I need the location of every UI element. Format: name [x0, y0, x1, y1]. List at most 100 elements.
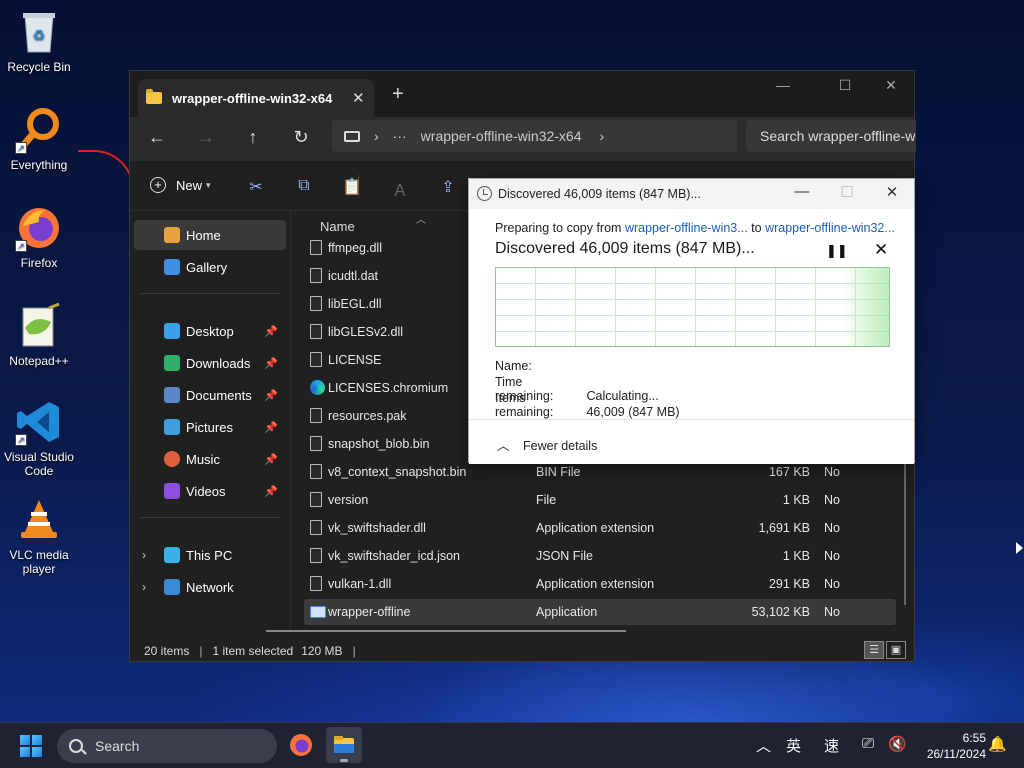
- progress-heading: Discovered 46,009 items (847 MB)...: [495, 240, 755, 257]
- clock-date: 26/11/2024: [926, 747, 986, 761]
- sidebar-item-label: Home: [186, 227, 221, 243]
- breadcrumb-folder[interactable]: wrapper-offline-win32-x64: [421, 128, 582, 144]
- vertical-scrollbar[interactable]: [904, 461, 906, 605]
- source-folder-link[interactable]: wrapper-offline-win3...: [625, 221, 748, 235]
- back-arrow-icon[interactable]: ←: [145, 127, 169, 148]
- forward-arrow-icon[interactable]: →: [194, 127, 218, 148]
- pause-button[interactable]: ❚❚: [826, 243, 848, 259]
- close-dialog-button[interactable]: ✕: [872, 183, 912, 201]
- ime-speed-indicator[interactable]: 速: [824, 735, 839, 756]
- desktop-icon-notepadpp[interactable]: Notepad++: [2, 302, 76, 368]
- pin-icon: 📌: [264, 357, 278, 370]
- file-icon: [310, 492, 322, 507]
- chevron-right-icon[interactable]: ›: [600, 128, 605, 144]
- windows-start-icon[interactable]: [20, 735, 42, 757]
- fewer-details-button[interactable]: ︿ Fewer details: [497, 435, 597, 454]
- edge-icon: [310, 380, 325, 395]
- file-row[interactable]: vk_swiftshader.dll Application extension 1…: [304, 515, 896, 541]
- close-tab-button[interactable]: ✕: [352, 89, 374, 107]
- sidebar-item-this-pc[interactable]: › This PC: [134, 540, 286, 570]
- cancel-button[interactable]: ✕: [874, 240, 888, 260]
- chevron-right-icon[interactable]: ›: [142, 548, 146, 562]
- file-icon: [310, 464, 322, 479]
- share-icon[interactable]: ⇪: [438, 177, 458, 197]
- chevron-up-icon[interactable]: ︿: [756, 735, 771, 756]
- search-input[interactable]: Search wrapper-offline-w: [746, 120, 916, 152]
- divider: [140, 293, 280, 294]
- gallery-icon: [164, 259, 180, 275]
- file-name: wrapper-offline: [328, 605, 411, 619]
- maximize-button[interactable]: ☐: [827, 183, 867, 201]
- sidebar-item-gallery[interactable]: Gallery: [134, 252, 286, 282]
- recycle-bin-icon: ♻: [15, 8, 63, 56]
- sidebar-item-home[interactable]: Home: [134, 220, 286, 250]
- file-size: 291 KB: [768, 577, 810, 591]
- file-row-selected[interactable]: wrapper-offline Application 53,102 KB No: [304, 599, 896, 625]
- destination-folder-link[interactable]: wrapper-offline-win32...: [765, 221, 895, 235]
- sidebar-item-videos[interactable]: Videos 📌: [134, 476, 286, 506]
- network-icon[interactable]: ⎚: [862, 735, 874, 752]
- address-bar[interactable]: › ··· wrapper-offline-win32-x64 ›: [332, 120, 737, 152]
- close-window-button[interactable]: ✕: [868, 77, 914, 94]
- desktop-icon-firefox[interactable]: ↗ Firefox: [2, 204, 76, 270]
- file-row[interactable]: vk_swiftshader_icd.json JSON File 1 KB No: [304, 543, 896, 569]
- file-type: JSON File: [536, 549, 593, 563]
- tab-wrapper-offline[interactable]: wrapper-offline-win32-x64 ✕: [138, 79, 374, 117]
- tiles-view-icon[interactable]: ▣: [886, 641, 906, 659]
- system-clock[interactable]: 6:55 26/11/2024: [916, 730, 986, 762]
- file-type: Application extension: [536, 577, 655, 591]
- file-row[interactable]: version File 1 KB No: [304, 487, 896, 513]
- file-size: 1 KB: [782, 549, 810, 563]
- desktop-icon-everything[interactable]: ↗ Everything: [2, 106, 76, 172]
- file-row[interactable]: vulkan-1.dll Application extension 291 KB N…: [304, 571, 896, 597]
- address-overflow-button[interactable]: ···: [393, 128, 407, 144]
- cut-icon[interactable]: ✂: [246, 177, 266, 197]
- chevron-right-icon[interactable]: ›: [142, 580, 146, 594]
- status-separator: |: [352, 644, 356, 658]
- sidebar-item-label: Network: [186, 579, 234, 595]
- notification-bell-icon[interactable]: 🔔: [988, 735, 1007, 753]
- dialog-title: Discovered 46,009 items (847 MB)...: [498, 187, 701, 201]
- new-tab-button[interactable]: +: [392, 83, 404, 106]
- horizontal-scrollbar[interactable]: [266, 630, 626, 632]
- ime-mode-indicator[interactable]: 英: [786, 735, 801, 756]
- file-name: LICENSE: [328, 353, 382, 367]
- taskbar-search-input[interactable]: Search: [57, 729, 277, 763]
- desktop-icon-recycle-bin[interactable]: ♻ Recycle Bin: [2, 8, 76, 74]
- prep-prefix: Preparing to copy from: [495, 221, 622, 235]
- new-button[interactable]: + New ▾: [150, 177, 211, 193]
- desktop-icon-vscode[interactable]: ↗ Visual Studio Code: [2, 398, 76, 478]
- sidebar-item-music[interactable]: Music 📌: [134, 444, 286, 474]
- taskbar-file-explorer[interactable]: [326, 727, 362, 763]
- chevron-right-icon: ›: [374, 128, 379, 144]
- copy-progress-dialog: Discovered 46,009 items (847 MB)... — ☐ …: [468, 178, 915, 464]
- transfer-speed-graph: [495, 267, 890, 347]
- details-view-icon[interactable]: ☰: [864, 641, 884, 659]
- paste-icon[interactable]: 📋: [342, 177, 362, 197]
- file-type: BIN File: [536, 465, 581, 479]
- refresh-icon[interactable]: ↻: [289, 127, 313, 148]
- sidebar-item-label: Music: [186, 451, 220, 467]
- sidebar-item-network[interactable]: › Network: [134, 572, 286, 602]
- column-header-name[interactable]: Name: [320, 219, 355, 234]
- file-name: vk_swiftshader_icd.json: [328, 549, 461, 563]
- navigation-pane: Home Gallery Desktop 📌 Downloads 📌 Docum…: [130, 211, 290, 631]
- desktop-icon-vlc[interactable]: VLC media player: [2, 496, 76, 576]
- minimize-button[interactable]: —: [782, 183, 822, 200]
- sidebar-item-pictures[interactable]: Pictures 📌: [134, 412, 286, 442]
- notepadpp-icon: [15, 302, 63, 350]
- file-explorer-icon: [334, 736, 354, 753]
- volume-muted-icon[interactable]: 🔇: [888, 735, 907, 753]
- sidebar-item-label: Videos: [186, 483, 226, 499]
- maximize-button[interactable]: ☐: [822, 77, 868, 94]
- up-arrow-icon[interactable]: ↑: [241, 127, 265, 148]
- file-name: ffmpeg.dll: [328, 241, 382, 255]
- taskbar-firefox[interactable]: [283, 727, 319, 763]
- copy-icon[interactable]: ⧉: [294, 177, 314, 195]
- sidebar-item-desktop[interactable]: Desktop 📌: [134, 316, 286, 346]
- file-availability: No: [824, 549, 840, 563]
- rename-icon[interactable]: Ａ: [390, 177, 410, 201]
- sidebar-item-documents[interactable]: Documents 📌: [134, 380, 286, 410]
- minimize-button[interactable]: —: [760, 77, 806, 93]
- sidebar-item-downloads[interactable]: Downloads 📌: [134, 348, 286, 378]
